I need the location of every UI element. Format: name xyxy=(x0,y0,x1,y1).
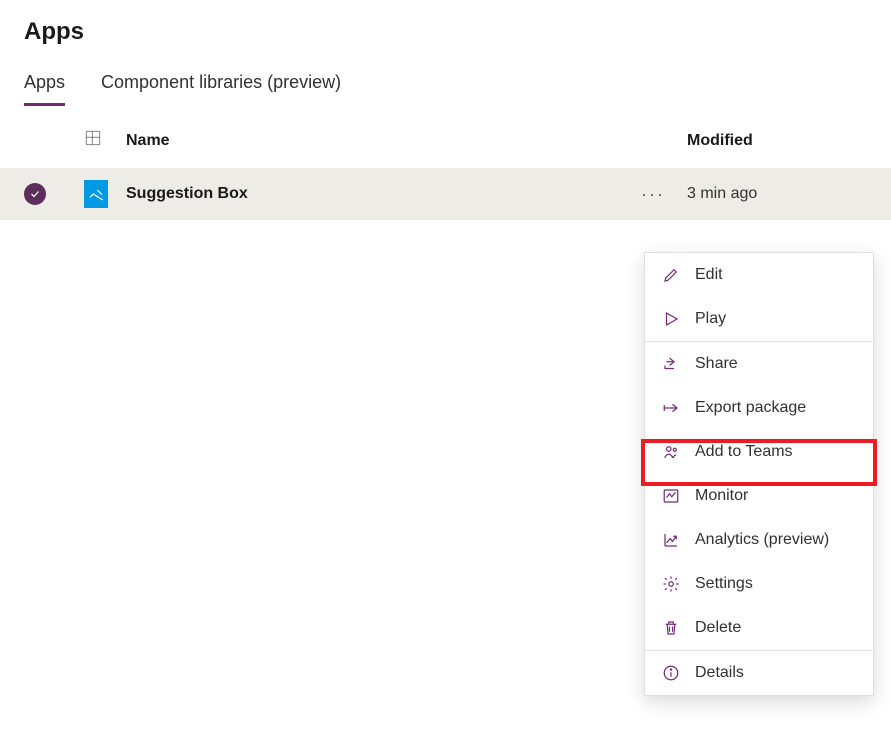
menu-label: Analytics (preview) xyxy=(695,531,829,549)
menu-item-add-to-teams[interactable]: Add to Teams xyxy=(645,430,873,474)
menu-item-monitor[interactable]: Monitor xyxy=(645,474,873,518)
teams-icon xyxy=(661,442,681,462)
app-type-header-icon xyxy=(84,129,102,152)
menu-item-details[interactable]: Details xyxy=(645,651,873,695)
gear-icon xyxy=(661,574,681,594)
row-name[interactable]: Suggestion Box xyxy=(126,185,637,203)
menu-label: Settings xyxy=(695,575,753,593)
menu-item-play[interactable]: Play xyxy=(645,297,873,341)
menu-label: Edit xyxy=(695,266,723,284)
column-header-modified[interactable]: Modified xyxy=(687,132,867,150)
export-icon xyxy=(661,398,681,418)
share-icon xyxy=(661,354,681,374)
analytics-icon xyxy=(661,530,681,550)
menu-label: Add to Teams xyxy=(695,443,793,461)
menu-label: Share xyxy=(695,355,738,373)
table-row[interactable]: Suggestion Box ··· 3 min ago xyxy=(0,168,891,220)
menu-label: Delete xyxy=(695,619,741,637)
table-header: Name Modified xyxy=(0,107,891,168)
app-tile-icon xyxy=(84,180,108,208)
menu-item-analytics[interactable]: Analytics (preview) xyxy=(645,518,873,562)
menu-item-share[interactable]: Share xyxy=(645,342,873,386)
page-title: Apps xyxy=(0,0,891,58)
menu-item-edit[interactable]: Edit xyxy=(645,253,873,297)
more-actions-button[interactable]: ··· xyxy=(637,180,669,208)
menu-item-delete[interactable]: Delete xyxy=(645,606,873,650)
menu-item-export[interactable]: Export package xyxy=(645,386,873,430)
context-menu: Edit Play Share Export package Add to Te… xyxy=(644,252,874,696)
trash-icon xyxy=(661,618,681,638)
info-icon xyxy=(661,663,681,683)
menu-item-settings[interactable]: Settings xyxy=(645,562,873,606)
menu-label: Monitor xyxy=(695,487,748,505)
tabs: Apps Component libraries (preview) xyxy=(0,58,891,107)
menu-label: Play xyxy=(695,310,726,328)
monitor-icon xyxy=(661,486,681,506)
pencil-icon xyxy=(661,265,681,285)
row-modified: 3 min ago xyxy=(687,185,867,203)
column-header-name[interactable]: Name xyxy=(126,132,637,150)
menu-label: Details xyxy=(695,664,744,682)
row-selected-icon[interactable] xyxy=(24,183,46,205)
menu-label: Export package xyxy=(695,399,806,417)
tab-component-libraries[interactable]: Component libraries (preview) xyxy=(101,72,341,106)
play-icon xyxy=(661,309,681,329)
tab-apps[interactable]: Apps xyxy=(24,72,65,106)
